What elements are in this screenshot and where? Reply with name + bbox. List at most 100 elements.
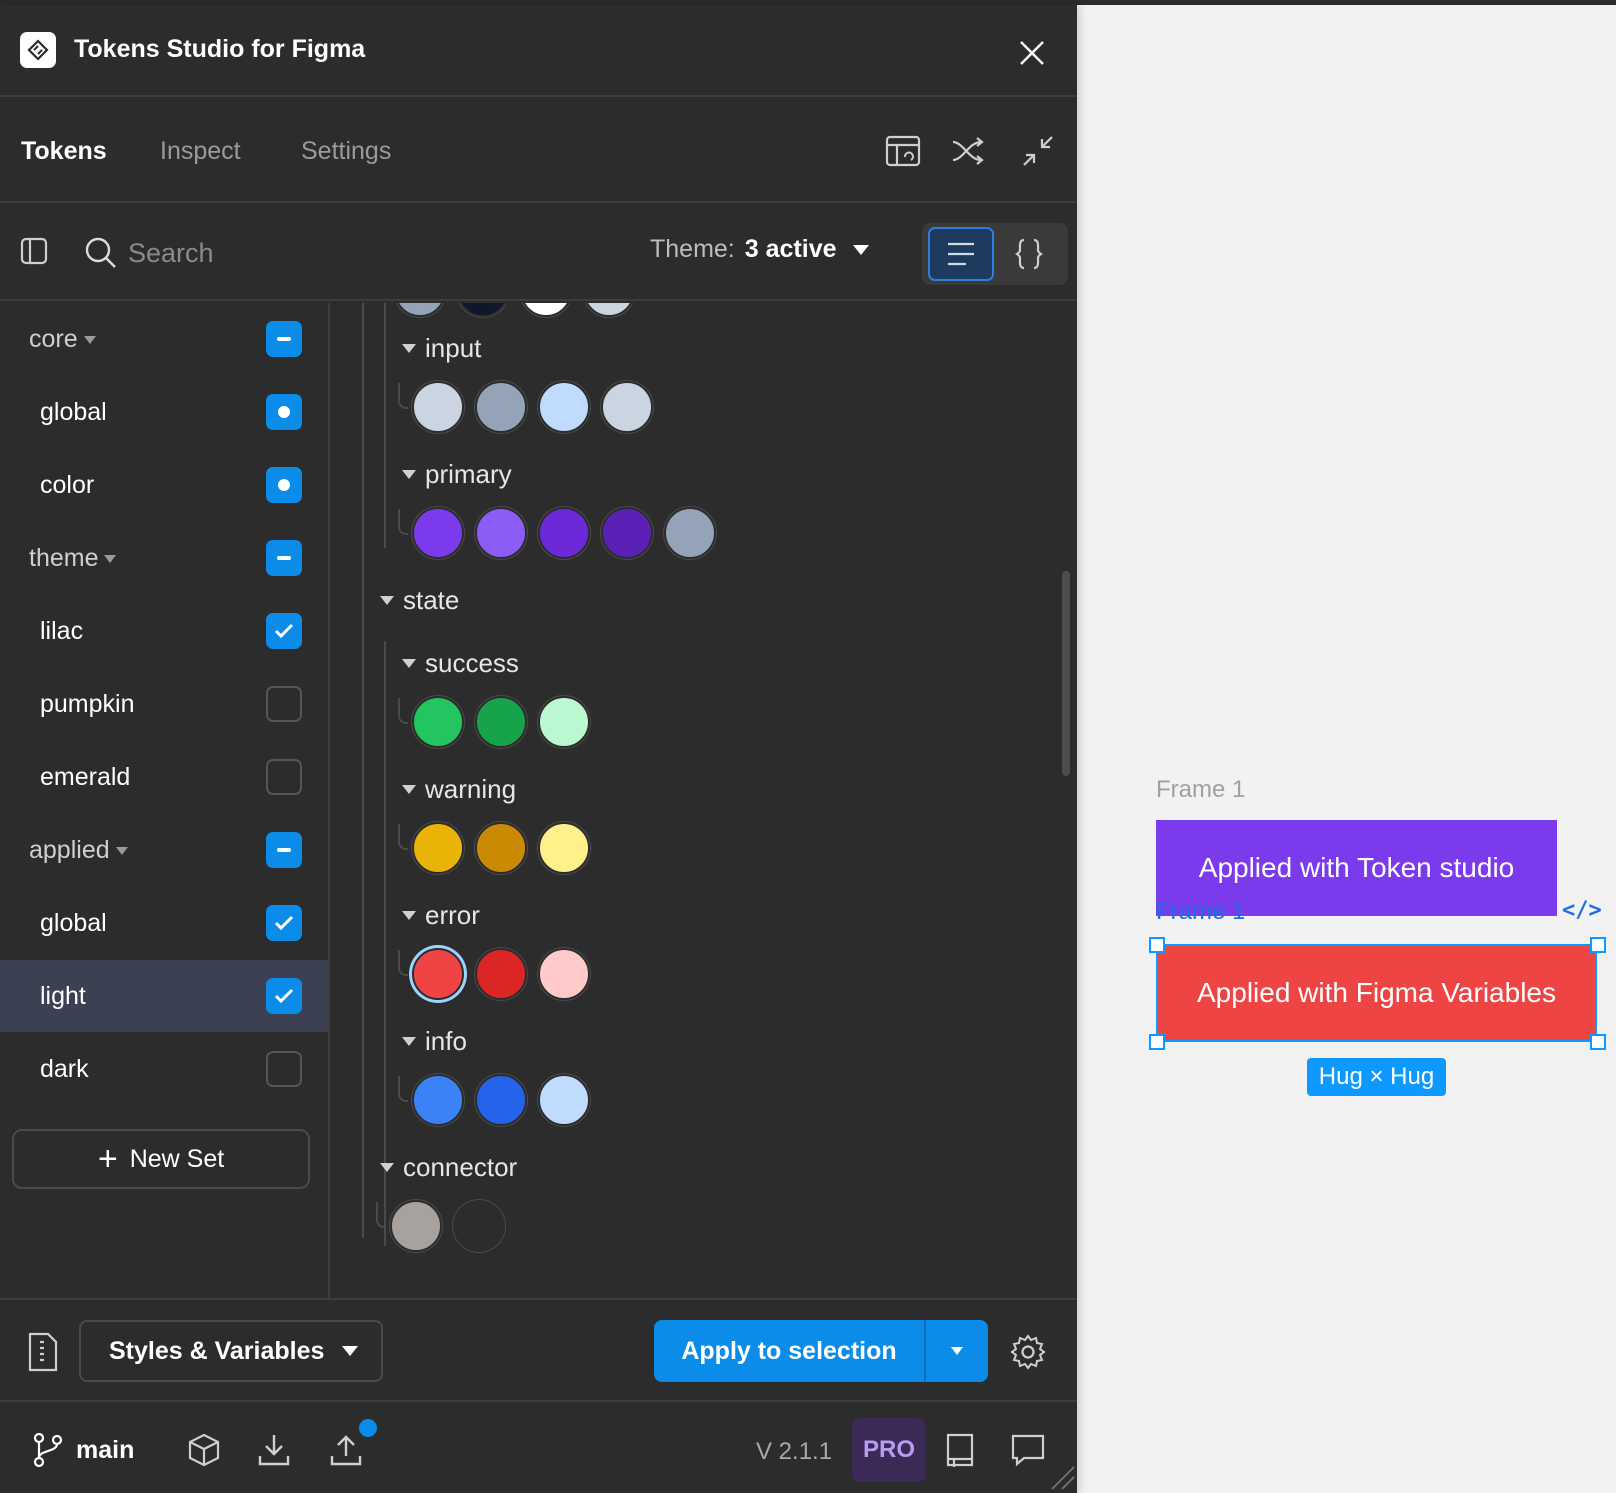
set-checkbox[interactable] bbox=[266, 394, 302, 430]
set-checkbox[interactable] bbox=[266, 759, 302, 795]
color-token-swatch-primary[interactable] bbox=[412, 507, 464, 559]
upload-icon[interactable] bbox=[326, 1430, 366, 1470]
color-token-swatch-connector[interactable] bbox=[390, 1200, 442, 1252]
color-token-swatch-top_partial_colors[interactable] bbox=[520, 303, 572, 317]
color-token-swatch-error[interactable] bbox=[538, 948, 590, 1000]
color-token-swatch-input[interactable] bbox=[538, 381, 590, 433]
color-token-swatch-primary[interactable] bbox=[601, 507, 653, 559]
resize-handle-icon[interactable] bbox=[1050, 1465, 1076, 1491]
tab-inspect[interactable]: Inspect bbox=[160, 137, 241, 166]
color-token-swatch-input[interactable] bbox=[601, 381, 653, 433]
set-item-lilac[interactable]: lilac bbox=[0, 595, 328, 667]
color-token-swatch-input[interactable] bbox=[412, 381, 464, 433]
color-token-swatch-primary[interactable] bbox=[538, 507, 590, 559]
shuffle-icon[interactable] bbox=[948, 131, 992, 171]
json-view-icon[interactable] bbox=[996, 227, 1062, 281]
code-icon[interactable]: </> bbox=[1562, 898, 1602, 923]
set-item-light[interactable]: light bbox=[0, 960, 328, 1032]
resize-handle[interactable] bbox=[1590, 937, 1606, 953]
color-token-swatch-error[interactable] bbox=[412, 948, 464, 1000]
set-label: global bbox=[40, 908, 107, 937]
color-token-swatch-success[interactable] bbox=[412, 696, 464, 748]
minimize-icon[interactable] bbox=[1016, 131, 1060, 171]
token-group-info[interactable]: info bbox=[402, 1026, 467, 1057]
color-token-swatch-connector[interactable] bbox=[453, 1200, 505, 1252]
search-input[interactable] bbox=[128, 233, 428, 273]
set-checkbox[interactable] bbox=[266, 905, 302, 941]
set-checkbox[interactable] bbox=[266, 540, 302, 576]
feedback-icon[interactable] bbox=[1008, 1430, 1048, 1470]
frame-label: Frame 1 bbox=[1156, 776, 1246, 803]
color-token-swatch-success[interactable] bbox=[538, 696, 590, 748]
pro-badge[interactable]: PRO bbox=[852, 1418, 926, 1482]
set-item-pumpkin[interactable]: pumpkin bbox=[0, 668, 328, 740]
token-sets-sidebar: core global color theme lilac pumpkin em… bbox=[0, 303, 330, 1298]
color-token-swatch-primary[interactable] bbox=[475, 507, 527, 559]
tab-tokens[interactable]: Tokens bbox=[21, 137, 107, 166]
list-view-icon[interactable] bbox=[928, 227, 994, 281]
document-icon[interactable] bbox=[26, 1332, 60, 1372]
resize-handle[interactable] bbox=[1149, 1034, 1165, 1050]
set-checkbox[interactable] bbox=[266, 686, 302, 722]
tree-connector bbox=[376, 1202, 386, 1228]
frame-figma-variables[interactable]: Applied with Figma Variables bbox=[1156, 944, 1597, 1042]
page-layout-icon[interactable] bbox=[881, 131, 925, 171]
scrollbar[interactable] bbox=[1062, 571, 1070, 776]
set-checkbox[interactable] bbox=[266, 613, 302, 649]
color-token-swatch-info[interactable] bbox=[412, 1074, 464, 1126]
color-token-swatch-warning[interactable] bbox=[475, 822, 527, 874]
color-token-swatch-top_partial_colors[interactable] bbox=[583, 303, 635, 317]
set-checkbox[interactable] bbox=[266, 321, 302, 357]
resize-handle[interactable] bbox=[1590, 1034, 1606, 1050]
sidebar-toggle-icon[interactable] bbox=[18, 235, 50, 267]
set-item-color[interactable]: color bbox=[0, 449, 328, 521]
set-item-applied-global[interactable]: global bbox=[0, 887, 328, 959]
color-token-swatch-top_partial_colors[interactable] bbox=[457, 303, 509, 317]
apply-options-chevron-icon[interactable] bbox=[926, 1320, 988, 1382]
token-group-primary[interactable]: primary bbox=[402, 459, 512, 490]
resize-handle[interactable] bbox=[1149, 937, 1165, 953]
set-checkbox[interactable] bbox=[266, 978, 302, 1014]
set-group-core[interactable]: core bbox=[0, 303, 328, 375]
token-group-success[interactable]: success bbox=[402, 648, 519, 679]
color-token-swatch-success[interactable] bbox=[475, 696, 527, 748]
close-icon[interactable] bbox=[1010, 31, 1054, 75]
color-token-swatch-error[interactable] bbox=[475, 948, 527, 1000]
group-label: connector bbox=[403, 1152, 518, 1182]
set-item-dark[interactable]: dark bbox=[0, 1033, 328, 1105]
color-token-swatch-info[interactable] bbox=[538, 1074, 590, 1126]
set-group-theme[interactable]: theme bbox=[0, 522, 328, 594]
set-group-applied[interactable]: applied bbox=[0, 814, 328, 886]
color-token-swatch-warning[interactable] bbox=[538, 822, 590, 874]
theme-select[interactable]: Theme: 3 active bbox=[650, 235, 869, 264]
download-icon[interactable] bbox=[254, 1430, 294, 1470]
set-checkbox[interactable] bbox=[266, 832, 302, 868]
color-token-swatch-primary[interactable] bbox=[664, 507, 716, 559]
tree-connector bbox=[398, 383, 408, 409]
action-footer: Styles & Variables Apply to selection bbox=[0, 1298, 1077, 1402]
token-group-state[interactable]: state bbox=[380, 585, 459, 616]
apply-to-selection-button[interactable]: Apply to selection bbox=[654, 1320, 988, 1382]
color-token-swatch-info[interactable] bbox=[475, 1074, 527, 1126]
tab-settings[interactable]: Settings bbox=[301, 137, 391, 166]
tokens-studio-logo-icon bbox=[20, 32, 56, 68]
gear-icon[interactable] bbox=[1008, 1332, 1048, 1372]
set-checkbox[interactable] bbox=[266, 1051, 302, 1087]
color-token-swatch-input[interactable] bbox=[475, 381, 527, 433]
book-icon[interactable] bbox=[940, 1430, 980, 1470]
branch-selector[interactable]: main bbox=[32, 1432, 134, 1468]
apply-label[interactable]: Apply to selection bbox=[654, 1320, 926, 1382]
new-set-button[interactable]: + New Set bbox=[12, 1129, 310, 1189]
color-token-swatch-top_partial_colors[interactable] bbox=[394, 303, 446, 317]
token-group-error[interactable]: error bbox=[402, 900, 480, 931]
cube-icon[interactable] bbox=[184, 1430, 224, 1470]
set-item-global[interactable]: global bbox=[0, 376, 328, 448]
token-group-warning[interactable]: warning bbox=[402, 774, 516, 805]
styles-variables-select[interactable]: Styles & Variables bbox=[79, 1320, 383, 1382]
set-checkbox[interactable] bbox=[266, 467, 302, 503]
token-group-input[interactable]: input bbox=[402, 333, 481, 364]
token-group-connector[interactable]: connector bbox=[380, 1152, 517, 1183]
set-item-emerald[interactable]: emerald bbox=[0, 741, 328, 813]
color-token-swatch-warning[interactable] bbox=[412, 822, 464, 874]
hug-size-badge: Hug × Hug bbox=[1307, 1058, 1446, 1096]
